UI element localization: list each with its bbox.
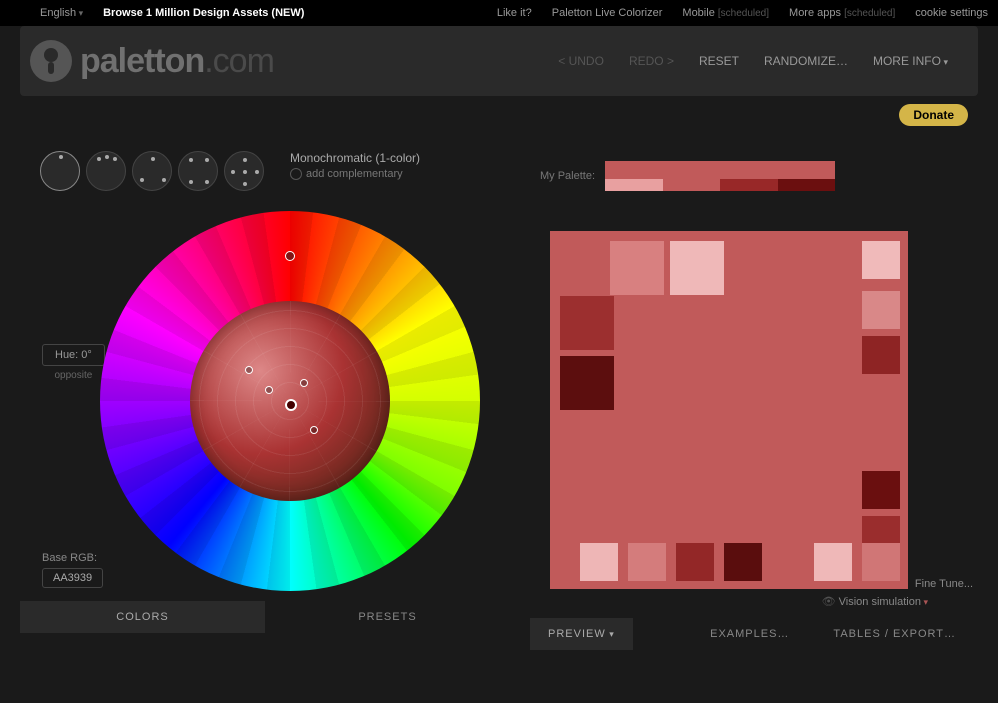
like-it-link[interactable]: Like it? <box>497 7 532 19</box>
left-panel: Monochromatic (1-color) add complementar… <box>20 106 510 650</box>
scheme-name: Monochromatic (1-color) <box>290 151 420 165</box>
palette-shade[interactable] <box>778 179 836 191</box>
tab-export[interactable]: TABLES / EXPORT… <box>811 618 978 650</box>
opposite-link[interactable]: opposite <box>42 370 105 381</box>
palette-strip[interactable] <box>605 161 835 191</box>
shade-marker[interactable] <box>300 379 308 387</box>
more-info-button[interactable]: MORE INFO <box>873 54 948 68</box>
tab-preview[interactable]: PREVIEW <box>530 618 633 650</box>
randomize-button[interactable]: RANDOMIZE… <box>764 54 848 68</box>
scheme-freestyle-dial[interactable] <box>224 151 264 191</box>
topbar: English Browse 1 Million Design Assets (… <box>0 0 998 26</box>
shade-marker[interactable] <box>245 366 253 374</box>
palette-shade[interactable] <box>605 179 663 191</box>
logo-icon <box>30 40 72 82</box>
vision-simulation-button[interactable]: Vision simulation <box>530 595 928 608</box>
preview-box[interactable] <box>550 231 908 589</box>
live-colorizer-link[interactable]: Paletton Live Colorizer <box>552 7 663 19</box>
scheme-adjacent-dial[interactable] <box>86 151 126 191</box>
reset-button[interactable]: RESET <box>699 54 739 68</box>
color-wheel[interactable] <box>100 211 480 591</box>
scheme-mono-dial[interactable] <box>40 151 80 191</box>
tab-examples[interactable]: EXAMPLES… <box>688 618 811 650</box>
tab-colors[interactable]: COLORS <box>20 601 265 633</box>
mobile-link[interactable]: Mobile [scheduled] <box>682 7 769 19</box>
language-selector[interactable]: English <box>40 7 83 19</box>
base-rgb-label: Base RGB: <box>42 552 103 564</box>
base-marker[interactable] <box>285 399 297 411</box>
logo[interactable]: paletton.com <box>30 40 274 82</box>
scheme-tetrad-dial[interactable] <box>178 151 218 191</box>
add-complementary-toggle[interactable]: add complementary <box>290 168 420 180</box>
my-palette-label: My Palette: <box>540 170 595 182</box>
tab-presets[interactable]: PRESETS <box>265 601 510 633</box>
palette-shade[interactable] <box>663 179 721 191</box>
palette-shade[interactable] <box>720 179 778 191</box>
cookie-settings-link[interactable]: cookie settings <box>915 7 988 19</box>
preview-swatch[interactable] <box>670 241 724 295</box>
preview-swatch[interactable] <box>862 543 900 581</box>
radio-off-icon <box>290 168 302 180</box>
preview-swatch[interactable] <box>610 241 664 295</box>
more-apps-link[interactable]: More apps [scheduled] <box>789 7 895 19</box>
hue-button[interactable]: Hue: 0° <box>42 344 105 366</box>
browse-assets-link[interactable]: Browse 1 Million Design Assets (NEW) <box>103 7 304 19</box>
preview-swatch[interactable] <box>862 291 900 329</box>
redo-button[interactable]: REDO > <box>629 54 674 68</box>
shade-marker[interactable] <box>310 426 318 434</box>
preview-swatch[interactable] <box>628 543 666 581</box>
undo-button[interactable]: < UNDO <box>558 54 604 68</box>
preview-swatch[interactable] <box>724 543 762 581</box>
scheme-triad-dial[interactable] <box>132 151 172 191</box>
shade-marker[interactable] <box>265 386 273 394</box>
header: paletton.com < UNDO REDO > RESET RANDOMI… <box>20 26 978 96</box>
preview-swatch[interactable] <box>580 543 618 581</box>
palette-primary[interactable] <box>605 161 835 179</box>
preview-swatch[interactable] <box>862 336 900 374</box>
preview-swatch[interactable] <box>560 356 614 410</box>
preview-swatch[interactable] <box>560 296 614 350</box>
right-panel: My Palette: Vision simulation PREVIEW EX… <box>510 106 978 650</box>
preview-swatch[interactable] <box>814 543 852 581</box>
preview-swatch[interactable] <box>862 471 900 509</box>
preview-swatch[interactable] <box>676 543 714 581</box>
base-rgb-value[interactable]: AA3939 <box>42 568 103 588</box>
preview-swatch[interactable] <box>862 241 900 279</box>
hue-marker[interactable] <box>285 251 295 261</box>
